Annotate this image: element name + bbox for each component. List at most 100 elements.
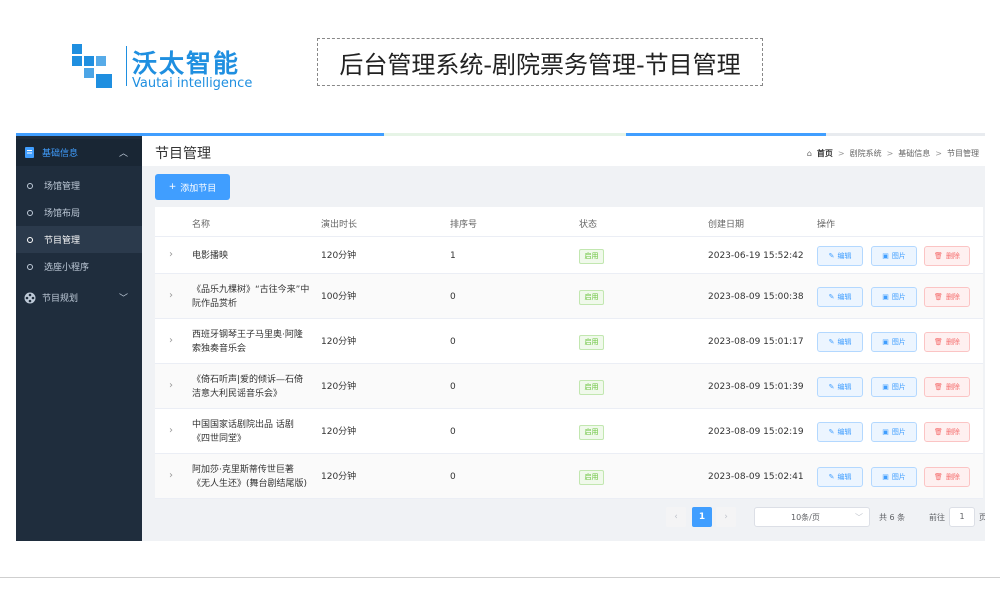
company-logo: 沃太智能 Vautai intelligence bbox=[72, 44, 262, 94]
sidebar-item-venue-management[interactable]: 场馆管理 bbox=[16, 172, 142, 199]
cell-created: 2023-08-09 15:01:17 bbox=[708, 336, 804, 347]
edit-label: 编辑 bbox=[837, 427, 852, 436]
delete-button[interactable]: 🗑 删除 bbox=[924, 245, 970, 266]
expand-row-icon[interactable]: › bbox=[169, 290, 173, 301]
page-size-select[interactable]: 10条/页 ﹀ bbox=[754, 507, 870, 527]
pencil-icon: ✎ bbox=[828, 427, 835, 436]
main-content: 节目管理 ⌂ 首页 > 剧院系统 > 基础信息 > 节目管理 + 添加节目 名称… bbox=[142, 136, 985, 541]
pencil-icon: ✎ bbox=[828, 251, 835, 260]
delete-label: 删除 bbox=[945, 427, 960, 436]
picture-button[interactable]: ▣ 图片 bbox=[871, 376, 917, 397]
trash-icon: 🗑 bbox=[934, 382, 943, 391]
cell-duration: 120分钟 bbox=[321, 381, 357, 392]
edit-button[interactable]: ✎ 编辑 bbox=[817, 466, 863, 487]
table-header: 名称 演出时长 排序号 状态 创建日期 操作 bbox=[155, 207, 983, 237]
status-badge: 启用 bbox=[579, 334, 604, 350]
sidebar-item-program-management[interactable]: 节目管理 bbox=[16, 226, 142, 253]
cell-name: 电影播映 bbox=[192, 250, 229, 261]
trash-icon: 🗑 bbox=[934, 337, 943, 346]
status-badge: 启用 bbox=[579, 424, 604, 440]
total-count: 共 6 条 bbox=[879, 513, 906, 522]
delete-button[interactable]: 🗑 删除 bbox=[924, 466, 970, 487]
edit-button[interactable]: ✎ 编辑 bbox=[817, 286, 863, 307]
table-row: › 电影播映 120分钟 1 启用 2023-06-19 15:52:42 ✎ 编辑 ▣ 图片 🗑 删… bbox=[155, 237, 983, 274]
page-title: 节目管理 bbox=[155, 146, 211, 162]
delete-button[interactable]: 🗑 删除 bbox=[924, 286, 970, 307]
cell-order: 1 bbox=[450, 250, 456, 261]
cell-duration: 100分钟 bbox=[321, 291, 357, 302]
picture-button[interactable]: ▣ 图片 bbox=[871, 245, 917, 266]
sidebar-item-venue-layout[interactable]: 场馆布局 bbox=[16, 199, 142, 226]
cell-order: 0 bbox=[450, 471, 456, 482]
expand-row-icon[interactable]: › bbox=[169, 425, 173, 436]
delete-button[interactable]: 🗑 删除 bbox=[924, 376, 970, 397]
add-program-label: 添加节目 bbox=[180, 183, 217, 194]
trash-icon: 🗑 bbox=[934, 251, 943, 260]
next-page-button[interactable]: › bbox=[716, 507, 736, 527]
table-row: › 《倚石听声|爱的倾诉—石倚洁意大利民谣音乐会》 120分钟 0 启用 2023-08-… bbox=[155, 364, 983, 409]
expand-row-icon[interactable]: › bbox=[169, 380, 173, 391]
picture-label: 图片 bbox=[891, 251, 906, 260]
expand-row-icon[interactable]: › bbox=[169, 249, 173, 260]
picture-button[interactable]: ▣ 图片 bbox=[871, 421, 917, 442]
picture-button[interactable]: ▣ 图片 bbox=[871, 466, 917, 487]
cell-created: 2023-08-09 15:02:41 bbox=[708, 471, 804, 482]
expand-row-icon[interactable]: › bbox=[169, 470, 173, 481]
sidebar-item-label: 场馆布局 bbox=[44, 209, 81, 219]
breadcrumb-item: 节目管理 bbox=[947, 149, 979, 158]
cell-order: 0 bbox=[450, 291, 456, 302]
cell-duration: 120分钟 bbox=[321, 471, 357, 482]
picture-button[interactable]: ▣ 图片 bbox=[871, 331, 917, 352]
image-icon: ▣ bbox=[882, 292, 889, 301]
sidebar-item-seat-miniprogram[interactable]: 选座小程序 bbox=[16, 253, 142, 280]
goto-page-input[interactable]: 1 bbox=[949, 507, 975, 527]
expand-row-icon[interactable]: › bbox=[169, 335, 173, 346]
sidebar-group-program-planning[interactable]: 节目规划 ﹀ bbox=[16, 284, 142, 311]
cell-created: 2023-06-19 15:52:42 bbox=[708, 250, 804, 261]
delete-button[interactable]: 🗑 删除 bbox=[924, 421, 970, 442]
title-bar: 节目管理 ⌂ 首页 > 剧院系统 > 基础信息 > 节目管理 bbox=[142, 136, 985, 166]
picture-label: 图片 bbox=[891, 472, 906, 481]
column-header-order: 排序号 bbox=[450, 220, 478, 230]
edit-button[interactable]: ✎ 编辑 bbox=[817, 376, 863, 397]
sidebar-group-label: 基础信息 bbox=[42, 149, 79, 159]
cell-duration: 120分钟 bbox=[321, 426, 357, 437]
image-icon: ▣ bbox=[882, 472, 889, 481]
cell-order: 0 bbox=[450, 336, 456, 347]
page-heading: 后台管理系统-剧院票务管理-节目管理 bbox=[317, 38, 763, 86]
edit-button[interactable]: ✎ 编辑 bbox=[817, 245, 863, 266]
table-row: › 西班牙钢琴王子马里奥·阿隆索独奏音乐会 120分钟 0 启用 2023-08-09 1… bbox=[155, 319, 983, 364]
trash-icon: 🗑 bbox=[934, 292, 943, 301]
sidebar-group-label: 节目规划 bbox=[42, 294, 79, 304]
sidebar-group-basic-info[interactable]: 基础信息 ︿ bbox=[16, 139, 142, 166]
trash-icon: 🗑 bbox=[934, 472, 943, 481]
add-program-button[interactable]: + 添加节目 bbox=[155, 174, 230, 200]
page-size-value: 10条/页 bbox=[791, 512, 820, 522]
breadcrumb: ⌂ 首页 > 剧院系统 > 基础信息 > 节目管理 bbox=[807, 148, 979, 159]
logo-divider bbox=[126, 46, 127, 86]
table-row: › 阿加莎·克里斯蒂传世巨著《无人生还》(舞台剧结尾版) 120分钟 0 启用 2023-… bbox=[155, 454, 983, 499]
status-badge: 启用 bbox=[579, 289, 604, 305]
edit-button[interactable]: ✎ 编辑 bbox=[817, 421, 863, 442]
table-row: › 《品乐九棵树》“古往今来”中阮作品赏析 100分钟 0 启用 2023-08-09 1… bbox=[155, 274, 983, 319]
breadcrumb-item[interactable]: 剧院系统 bbox=[850, 148, 882, 159]
status-badge: 启用 bbox=[579, 469, 604, 485]
page-number-button[interactable]: 1 bbox=[692, 507, 712, 527]
prev-page-button[interactable]: ‹ bbox=[666, 507, 686, 527]
edit-label: 编辑 bbox=[837, 337, 852, 346]
divider bbox=[0, 577, 1000, 578]
column-header-duration: 演出时长 bbox=[321, 220, 358, 230]
edit-button[interactable]: ✎ 编辑 bbox=[817, 331, 863, 352]
cell-name: 《品乐九棵树》“古往今来”中阮作品赏析 bbox=[192, 284, 310, 309]
delete-button[interactable]: 🗑 删除 bbox=[924, 331, 970, 352]
circle-icon bbox=[27, 182, 33, 189]
chevron-down-icon: ﹀ bbox=[118, 294, 128, 304]
picture-label: 图片 bbox=[891, 427, 906, 436]
breadcrumb-item[interactable]: 基础信息 bbox=[898, 148, 930, 159]
cell-created: 2023-08-09 15:01:39 bbox=[708, 381, 804, 392]
delete-label: 删除 bbox=[945, 292, 960, 301]
breadcrumb-home[interactable]: 首页 bbox=[817, 148, 833, 159]
cell-name: 《倚石听声|爱的倾诉—石倚洁意大利民谣音乐会》 bbox=[192, 374, 304, 399]
picture-button[interactable]: ▣ 图片 bbox=[871, 286, 917, 307]
cell-duration: 120分钟 bbox=[321, 250, 357, 261]
